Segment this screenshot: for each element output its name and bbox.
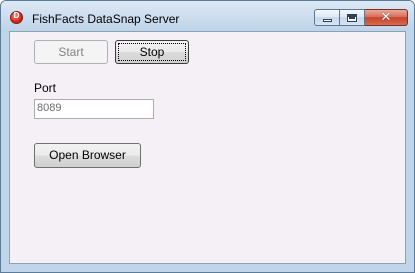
close-icon: ✕: [380, 10, 392, 25]
title-bar[interactable]: FishFacts DataSnap Server ✕: [1, 1, 414, 31]
maximize-icon: [347, 14, 357, 22]
minimize-button[interactable]: [314, 9, 340, 26]
app-window: FishFacts DataSnap Server ✕ Start Stop P…: [0, 0, 415, 273]
port-value: 8089: [37, 102, 62, 114]
stop-button[interactable]: Stop: [115, 40, 189, 64]
caption-buttons: ✕: [314, 9, 408, 27]
open-browser-button-label: Open Browser: [49, 148, 126, 162]
start-button-label: Start: [58, 45, 84, 59]
window-bottom-frame: [1, 264, 414, 272]
port-label: Port: [34, 81, 57, 95]
minimize-icon: [323, 19, 332, 22]
client-area: Start Stop Port 8089 Open Browser: [9, 31, 406, 264]
focus-ring: [118, 43, 186, 61]
start-button[interactable]: Start: [34, 40, 108, 64]
app-icon[interactable]: [10, 11, 23, 24]
port-field[interactable]: 8089: [34, 99, 154, 119]
maximize-button[interactable]: [340, 9, 365, 26]
close-button[interactable]: ✕: [365, 9, 408, 26]
open-browser-button[interactable]: Open Browser: [34, 143, 141, 168]
window-title: FishFacts DataSnap Server: [32, 12, 180, 26]
